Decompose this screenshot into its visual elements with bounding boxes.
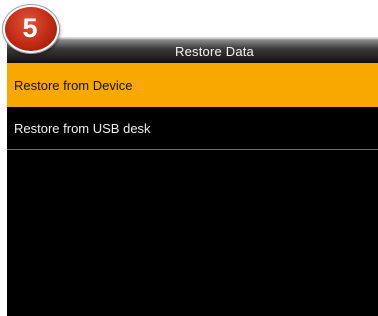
menu-item-restore-from-usb[interactable]: Restore from USB desk [7, 107, 378, 150]
screen-title: Restore Data [175, 43, 254, 59]
step-number: 5 [22, 12, 38, 43]
step-number-badge: 5 [3, 5, 59, 53]
title-bar: Restore Data [7, 37, 378, 63]
menu-item-label: Restore from USB desk [14, 120, 151, 136]
empty-menu-area [7, 151, 378, 316]
menu-item-label: Restore from Device [14, 77, 133, 93]
device-screen: Restore Data Restore from Device Restore… [7, 37, 378, 316]
menu-item-restore-from-device[interactable]: Restore from Device [7, 63, 378, 107]
